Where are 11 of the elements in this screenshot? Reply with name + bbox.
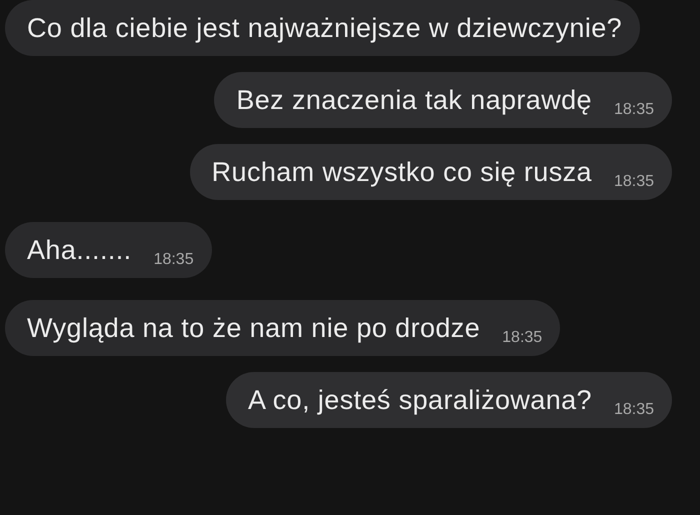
message-text: Aha....... [27, 235, 132, 265]
message-text: Bez znaczenia tak naprawdę [236, 85, 592, 115]
message-time: 18:35 [502, 329, 542, 347]
message-text: Rucham wszystko co się rusza [212, 157, 592, 187]
message-time: 18:35 [614, 173, 654, 191]
message-text: Wygląda na to że nam nie po drodze [27, 313, 480, 343]
message-time: 18:35 [154, 251, 194, 269]
message-time: 18:35 [614, 101, 654, 119]
message-text: A co, jesteś sparaliżowana? [248, 385, 592, 415]
message-time: 18:35 [614, 401, 654, 419]
message-text: Co dla ciebie jest najważniejsze w dziewczynie? [27, 13, 622, 43]
